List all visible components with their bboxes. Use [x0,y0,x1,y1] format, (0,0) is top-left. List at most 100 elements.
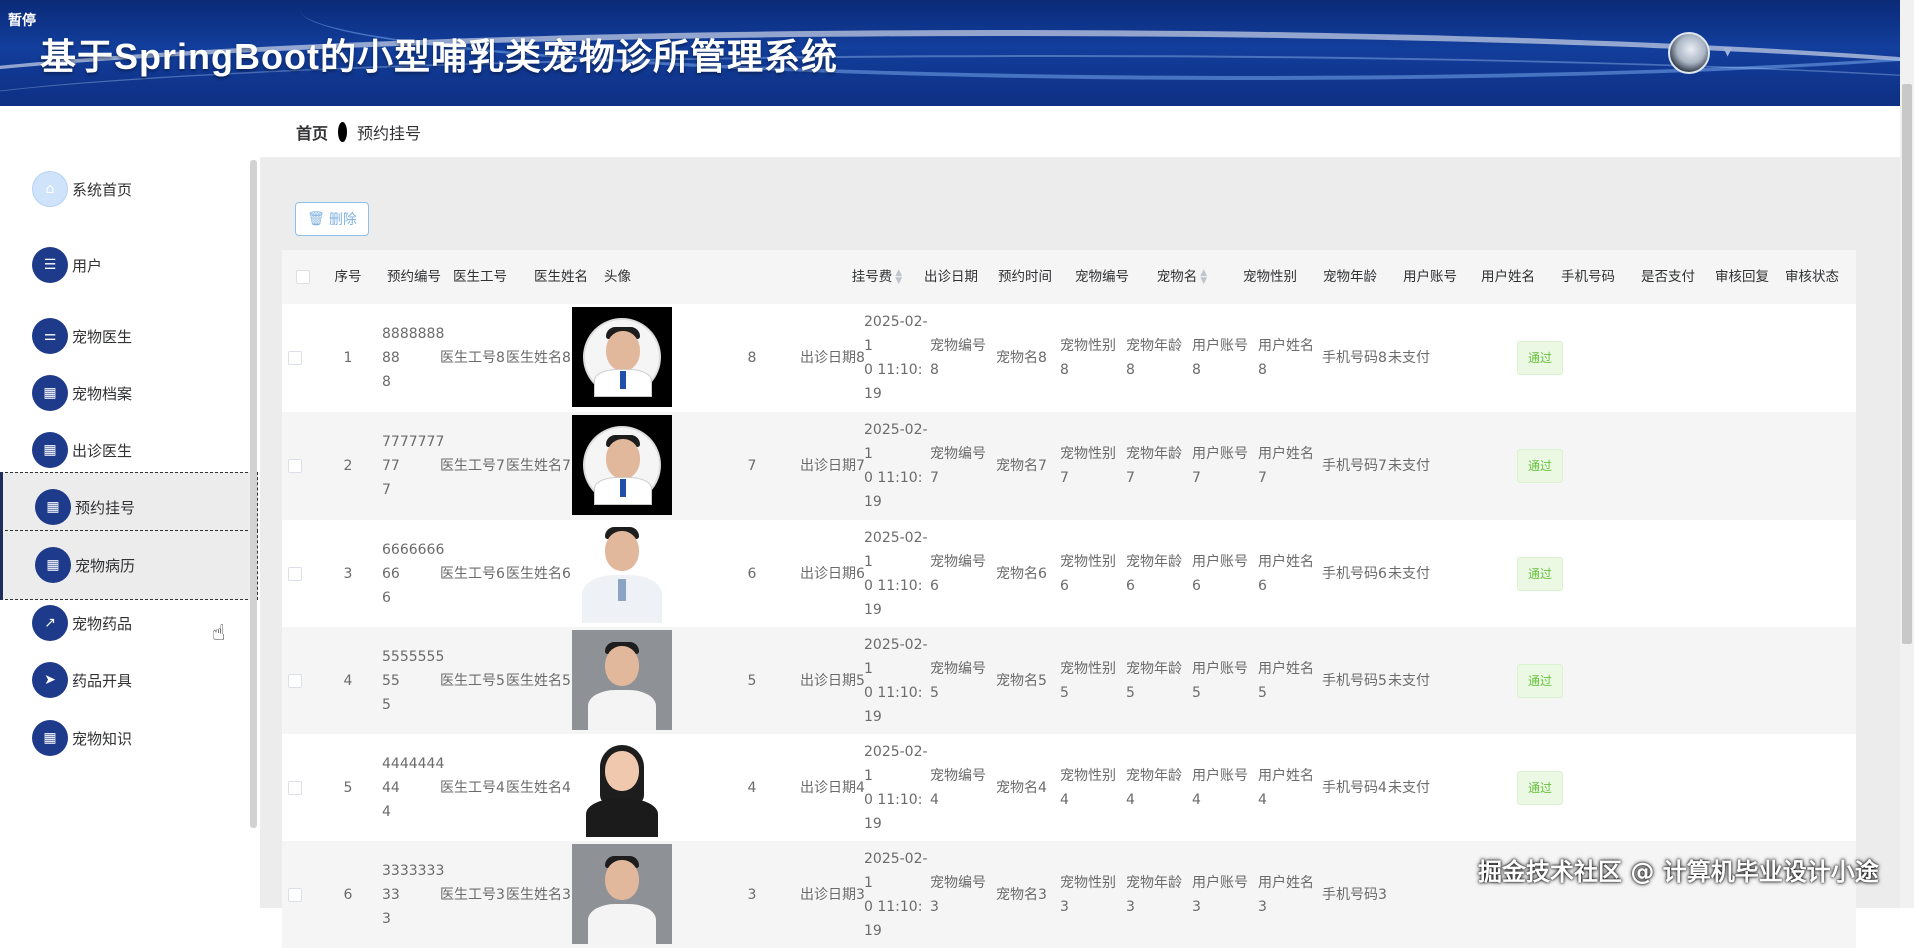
pet-age-cell: 宠物年龄7 [1126,412,1188,520]
sort-icon[interactable]: ▲ ▼ [1200,269,1207,286]
column-header[interactable]: 宠物名 ▲ ▼ [1144,250,1220,304]
sidebar-item[interactable]: ▦ 宠物知识 [0,703,258,773]
phone-cell: 手机号码8 [1322,304,1388,412]
checkbox-box[interactable] [296,270,310,284]
watermark: 掘金技术社区 @ 计算机毕业设计小途 [1478,858,1879,886]
pet-sex-cell: 宠物性别3 [1060,841,1122,948]
registration-fee: 7 [747,458,757,474]
user-name-cell: 用户姓名6 [1258,520,1320,627]
sliders-icon: ⚌ [32,318,68,354]
review-status-badge: 通过 [1516,770,1563,805]
row-index: 1 [343,350,353,366]
column-header: 医生姓名 [526,250,596,304]
sidebar-scrollbar[interactable] [250,160,257,828]
doctor-name: 医生姓名8 [506,350,571,366]
user-name-cell: 用户姓名3 [1258,841,1320,948]
delete-button-label: 删除 [328,212,357,228]
page-scrollbar[interactable] [1900,0,1914,908]
row-index: 6 [343,886,353,903]
app-header: 暂停 基于SpringBoot的小型哺乳类宠物诊所管理系统 ▼ [0,0,1900,106]
payment-cell: 未支付 [1388,627,1448,734]
sidebar-item[interactable]: ☰ 用户 [0,230,258,300]
user-account: 用户账号4 [1192,767,1248,808]
column-header-label: 预约时间 [998,269,1052,285]
phone-number: 手机号码4 [1322,779,1387,796]
pet-sex-cell: 宠物性别4 [1060,734,1122,841]
appointment-time-wrap: 0 11:10:19 [864,470,923,510]
row-index: 5 [343,779,353,796]
column-header-label: 用户账号 [1403,269,1457,285]
table-row[interactable]: 5 444444444 4 医生工号4 医生姓名4 4 出诊日期4 2025-02-1 0 11… [282,734,1856,841]
row-checkbox[interactable] [288,304,302,412]
appointment-time-cell: 2025-02-1 0 11:10:19 [864,412,930,520]
review-status-badge: 通过 [1516,449,1563,483]
row-checkbox[interactable] [288,627,302,734]
row-checkbox[interactable] [288,520,302,627]
select-all-checkbox[interactable] [296,250,310,304]
payment-cell: 未支付 [1388,734,1448,841]
table-row[interactable]: 3 666666666 6 医生工号6 医生姓名6 6 出诊日期6 2025-02-1 0 11… [282,520,1856,627]
sort-icon[interactable]: ▲ ▼ [895,269,902,286]
user-name-cell: 用户姓名7 [1258,412,1320,520]
registration-fee: 3 [747,886,757,903]
user-avatar[interactable] [1668,32,1710,74]
table-row[interactable]: 4 555555555 5 医生工号5 医生姓名5 5 出诊日期5 2025-02-1 0 11… [282,627,1856,734]
pet-age: 宠物年龄3 [1126,874,1182,915]
doctor-id: 医生工号6 [440,565,505,582]
user-account: 用户账号6 [1192,553,1248,594]
sidebar-item-label: 预约挂号 [75,498,136,517]
column-header-label: 宠物性别 [1243,269,1297,285]
appointment-time: 2025-02-1 [864,314,928,354]
checkbox-box[interactable] [288,780,302,795]
checkbox-box[interactable] [288,351,302,365]
doctor-name-cell: 医生姓名4 [506,734,576,841]
pet-id-cell: 宠物编号5 [930,627,992,734]
pet-name-cell: 宠物名7 [996,412,1056,520]
pet-id-cell: 宠物编号8 [930,304,992,412]
column-header-label: 宠物年龄 [1323,269,1377,285]
user-name: 用户姓名7 [1258,446,1314,486]
checkbox-box[interactable] [288,566,302,581]
checkbox-box[interactable] [288,459,302,473]
pet-name-cell: 宠物名5 [996,627,1056,734]
pet-name-cell: 宠物名4 [996,734,1056,841]
pet-sex-cell: 宠物性别7 [1060,412,1122,520]
doctor-id-cell: 医生工号6 [440,520,506,627]
visit-date-cell: 出诊日期7 [800,412,866,520]
column-header-label: 医生姓名 [534,269,588,285]
user-name: 用户姓名3 [1258,874,1314,915]
checkbox-box[interactable] [288,887,302,902]
row-checkbox[interactable] [288,412,302,520]
row-index-cell: 1 [322,304,374,412]
row-checkbox[interactable] [288,841,302,948]
checkbox-box[interactable] [288,673,302,688]
pet-age-cell: 宠物年龄4 [1126,734,1188,841]
doctor-name-cell: 医生姓名5 [506,627,576,734]
send-icon: ➤ [32,662,68,698]
review-status-badge: 通过 [1516,556,1563,591]
pet-name-cell: 宠物名3 [996,841,1056,948]
visit-date: 出诊日期8 [800,350,865,366]
doctor-name: 医生姓名3 [506,886,571,903]
table-row[interactable]: 1 888888888 8 医生工号8 医生姓名8 8 出诊日期8 2025-02-1 0 11… [282,304,1856,412]
appointment-time: 2025-02-1 [864,743,928,784]
grid-icon: ▦ [35,489,71,525]
review-status-badge: 通过 [1516,341,1563,375]
page-scrollbar-thumb[interactable] [1902,84,1912,644]
doctor-name-cell: 医生姓名7 [506,412,576,520]
user-name-cell: 用户姓名4 [1258,734,1320,841]
delete-button[interactable]: 🗑 删除 [295,202,369,236]
breadcrumb-home[interactable]: 首页 [296,120,328,144]
column-header[interactable]: 挂号费 ▲ ▼ [832,250,922,304]
row-checkbox[interactable] [288,734,302,841]
sidebar-item[interactable]: ⌂ 系统首页 [0,154,258,224]
appointment-time-cell: 2025-02-1 0 11:10:19 [864,304,930,412]
phone-number: 手机号码3 [1322,886,1387,903]
fee-cell: 6 [692,520,812,627]
appointment-time-wrap: 0 11:10:19 [864,577,923,618]
column-header: 预约时间 [990,250,1060,304]
doctor-id: 医生工号4 [440,779,505,796]
registration-fee: 8 [747,350,757,366]
chevron-down-icon[interactable]: ▼ [1723,44,1732,58]
table-row[interactable]: 2 777777777 7 医生工号7 医生姓名7 7 出诊日期7 2025-02-1 0 11… [282,412,1856,520]
